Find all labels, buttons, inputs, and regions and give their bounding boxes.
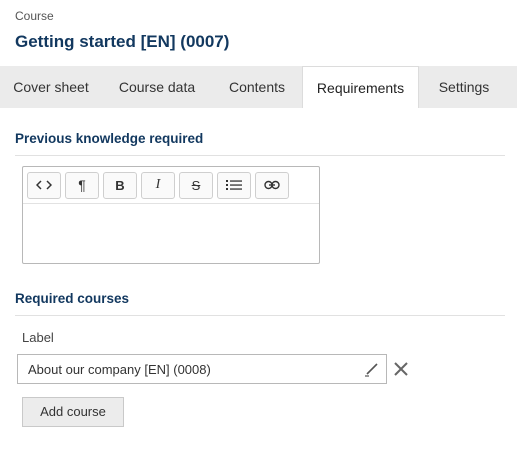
tab-cover-sheet[interactable]: Cover sheet [0, 66, 102, 108]
bulleted-list-icon [226, 180, 242, 190]
paragraph-button[interactable]: ¶ [65, 171, 99, 199]
previous-knowledge-heading: Previous knowledge required [15, 131, 204, 146]
code-view-button[interactable] [27, 171, 61, 199]
divider [15, 155, 505, 156]
label-field-label: Label [22, 330, 54, 345]
rich-text-editor: ¶ B I S [22, 166, 320, 264]
course-kicker: Course [15, 9, 54, 23]
strikethrough-icon: S [191, 177, 201, 193]
tab-requirements[interactable]: Requirements [302, 66, 419, 108]
pencil-icon[interactable] [364, 361, 380, 377]
link-icon [264, 180, 280, 190]
bold-button[interactable]: B [103, 171, 137, 199]
required-courses-heading: Required courses [15, 291, 130, 306]
italic-button[interactable]: I [141, 171, 175, 199]
code-icon [36, 180, 52, 190]
page-title: Getting started [EN] (0007) [15, 32, 230, 51]
paragraph-icon: ¶ [78, 177, 86, 193]
italic-icon: I [155, 177, 161, 192]
tab-bar: Cover sheet Course data Contents Require… [0, 66, 517, 108]
course-lookup-field[interactable]: About our company [EN] (0008) [17, 354, 387, 384]
course-lookup-value: About our company [EN] (0008) [28, 362, 211, 377]
link-button[interactable] [255, 171, 289, 199]
divider [15, 315, 505, 316]
add-course-button[interactable]: Add course [22, 397, 124, 427]
bulleted-list-button[interactable] [217, 171, 251, 199]
editor-content-area[interactable] [23, 204, 319, 263]
tab-settings[interactable]: Settings [419, 66, 509, 108]
tab-contents[interactable]: Contents [212, 66, 302, 108]
bold-icon: B [115, 177, 125, 193]
strikethrough-button[interactable]: S [179, 171, 213, 199]
course-header: Course Getting started [EN] (0007) [15, 9, 229, 52]
editor-toolbar: ¶ B I S [23, 167, 319, 204]
tab-course-data[interactable]: Course data [102, 66, 212, 108]
close-icon[interactable] [393, 361, 409, 377]
